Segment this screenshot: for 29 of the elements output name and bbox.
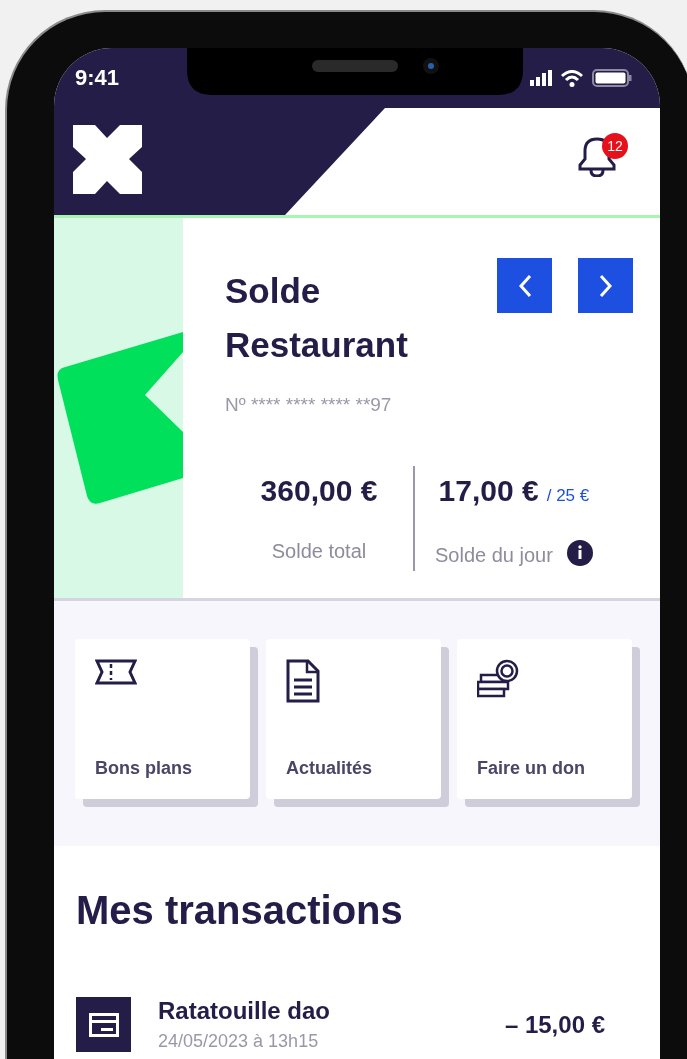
merchant-name: Ratatouille dao bbox=[158, 997, 332, 1025]
total-balance: 360,00 € bbox=[260, 474, 378, 508]
ticket-icon bbox=[95, 659, 137, 685]
daily-balance: 17,00 € bbox=[438, 474, 539, 507]
total-balance-label: Solde total bbox=[271, 540, 367, 563]
signal-icon bbox=[530, 70, 552, 86]
card-title: Solde Restaurant bbox=[225, 270, 409, 366]
status-time: 9:41 bbox=[75, 65, 120, 91]
transaction-date: 24/05/2023 à 13h15 bbox=[158, 1031, 320, 1052]
battery-icon bbox=[592, 69, 632, 87]
tile-label: Actualités bbox=[286, 758, 374, 779]
chevron-left-icon bbox=[517, 273, 532, 298]
chevron-right-icon bbox=[598, 273, 613, 298]
next-button[interactable] bbox=[578, 258, 633, 313]
wifi-icon bbox=[560, 69, 584, 87]
notification-button[interactable]: 12 bbox=[576, 132, 628, 181]
logo-icon[interactable] bbox=[73, 125, 142, 194]
info-icon[interactable] bbox=[566, 540, 593, 566]
previous-button[interactable] bbox=[497, 258, 552, 313]
daily-limit: / 25 € bbox=[546, 486, 590, 505]
section-title: Mes transactions bbox=[76, 888, 404, 933]
notification-badge: 12 bbox=[602, 132, 628, 159]
card-number: Nº **** **** **** **97 bbox=[225, 394, 393, 416]
tile-label: Faire un don bbox=[477, 758, 586, 779]
document-icon bbox=[286, 659, 320, 703]
card-payment-icon bbox=[76, 997, 131, 1052]
tile-label: Bons plans bbox=[95, 758, 193, 779]
transaction-amount: – 15,00 € bbox=[504, 1010, 605, 1039]
daily-balance-label: Solde du jour bbox=[435, 544, 553, 567]
